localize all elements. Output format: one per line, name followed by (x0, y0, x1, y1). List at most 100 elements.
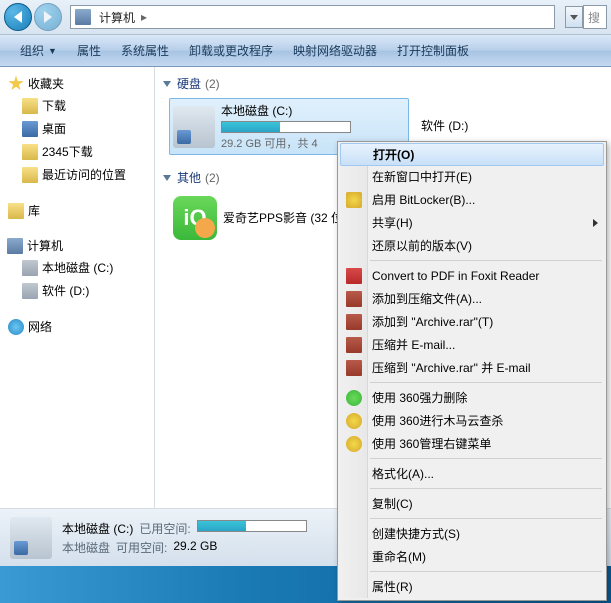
book-icon (346, 337, 362, 353)
context-menu-item[interactable]: 复制(C) (340, 492, 604, 515)
context-menu-label: 压缩并 E-mail... (372, 336, 455, 353)
folder-icon (22, 98, 38, 114)
folder-icon (22, 144, 38, 160)
context-menu-label: 使用 360进行木马云查杀 (372, 412, 503, 429)
search-placeholder: 搜 (588, 9, 600, 26)
book-icon (346, 291, 362, 307)
details-name: 本地磁盘 (C:) (62, 520, 133, 537)
details-used-label: 已用空间: (139, 520, 190, 537)
details-usage-bar (197, 520, 307, 532)
address-bar[interactable]: 计算机 ▸ (70, 5, 555, 29)
context-menu-item[interactable]: 创建快捷方式(S) (340, 522, 604, 545)
drive-usage-bar (221, 121, 351, 133)
chevron-down-icon: ▼ (48, 46, 57, 56)
sidebar-network: 网络 (4, 316, 150, 337)
context-menu-separator (370, 518, 602, 519)
navigation-bar: 计算机 ▸ 搜 (0, 0, 611, 35)
organize-menu[interactable]: 组织▼ (10, 38, 67, 63)
collapse-icon (163, 81, 171, 87)
address-dropdown-button[interactable] (565, 6, 583, 28)
uninstall-button[interactable]: 卸载或更改程序 (179, 38, 283, 63)
collapse-icon (163, 175, 171, 181)
context-menu-item[interactable]: 使用 360管理右键菜单 (340, 432, 604, 455)
360-icon (346, 390, 362, 406)
back-arrow-icon (14, 11, 22, 23)
360y-icon (346, 413, 362, 429)
star-icon (8, 76, 24, 92)
context-menu-separator (370, 458, 602, 459)
sidebar-network-header[interactable]: 网络 (4, 316, 150, 337)
context-menu-item[interactable]: 启用 BitLocker(B)... (340, 188, 604, 211)
context-menu-label: 共享(H) (372, 214, 413, 231)
context-menu-label: 创建快捷方式(S) (372, 525, 460, 542)
context-menu-separator (370, 260, 602, 261)
submenu-arrow-icon (593, 219, 598, 227)
drive-icon (22, 283, 38, 299)
context-menu-label: 添加到 "Archive.rar"(T) (372, 313, 493, 330)
context-menu-label: 压缩到 "Archive.rar" 并 E-mail (372, 359, 531, 376)
context-menu-item[interactable]: 格式化(A)... (340, 462, 604, 485)
context-menu-label: 使用 360强力删除 (372, 389, 467, 406)
sidebar-item-recent[interactable]: 最近访问的位置 (4, 163, 150, 186)
sidebar-item-disk-d[interactable]: 软件 (D:) (4, 279, 150, 302)
context-menu-label: 还原以前的版本(V) (372, 237, 472, 254)
context-menu-item[interactable]: 使用 360进行木马云查杀 (340, 409, 604, 432)
context-menu-item[interactable]: 使用 360强力删除 (340, 386, 604, 409)
drive-name: 本地磁盘 (C:) (221, 102, 405, 119)
computer-icon (7, 238, 23, 254)
group-header-drives[interactable]: 硬盘 (2) (163, 71, 603, 96)
pdf-icon (346, 268, 362, 284)
breadcrumb-separator-icon: ▸ (141, 10, 147, 24)
context-menu-separator (370, 382, 602, 383)
monitor-icon (22, 121, 38, 137)
context-menu-item[interactable]: 在新窗口中打开(E) (340, 165, 604, 188)
library-icon (8, 203, 24, 219)
context-menu-separator (370, 571, 602, 572)
forward-button[interactable] (34, 3, 62, 31)
context-menu-item[interactable]: 共享(H) (340, 211, 604, 234)
context-menu-label: 在新窗口中打开(E) (372, 168, 472, 185)
context-menu-item[interactable]: Convert to PDF in Foxit Reader (340, 264, 604, 287)
context-menu-separator (370, 488, 602, 489)
sidebar-computer-header[interactable]: 计算机 (4, 235, 150, 256)
sidebar-libraries-header[interactable]: 库 (4, 200, 150, 221)
forward-arrow-icon (44, 11, 52, 23)
context-menu-item[interactable]: 属性(R) (340, 575, 604, 598)
system-properties-button[interactable]: 系统属性 (111, 38, 179, 63)
sidebar: 收藏夹 下载 桌面 2345下载 最近访问的位置 库 计算机 本地磁盘 (C:)… (0, 67, 155, 508)
context-menu-item[interactable]: 压缩并 E-mail... (340, 333, 604, 356)
context-menu-label: 属性(R) (372, 578, 413, 595)
drive-name: 软件 (D:) (421, 117, 553, 134)
context-menu-item[interactable]: 添加到压缩文件(A)... (340, 287, 604, 310)
sidebar-item-2345[interactable]: 2345下载 (4, 140, 150, 163)
sidebar-item-downloads[interactable]: 下载 (4, 94, 150, 117)
sidebar-libraries: 库 (4, 200, 150, 221)
drive-icon (10, 517, 52, 559)
context-menu: 打开(O) 在新窗口中打开(E) 启用 BitLocker(B)... 共享(H) 还原… (337, 141, 607, 601)
sidebar-favorites-header[interactable]: 收藏夹 (4, 73, 150, 94)
book-icon (346, 314, 362, 330)
context-menu-label: Convert to PDF in Foxit Reader (372, 269, 539, 283)
sidebar-item-disk-c[interactable]: 本地磁盘 (C:) (4, 256, 150, 279)
context-menu-item[interactable]: 添加到 "Archive.rar"(T) (340, 310, 604, 333)
toolbar: 组织▼ 属性 系统属性 卸载或更改程序 映射网络驱动器 打开控制面板 (0, 35, 611, 67)
back-button[interactable] (4, 3, 32, 31)
map-drive-button[interactable]: 映射网络驱动器 (283, 38, 387, 63)
context-menu-item[interactable]: 压缩到 "Archive.rar" 并 E-mail (340, 356, 604, 379)
control-panel-button[interactable]: 打开控制面板 (387, 38, 479, 63)
context-menu-item[interactable]: 打开(O) (340, 143, 604, 166)
book-icon (346, 360, 362, 376)
sidebar-computer: 计算机 本地磁盘 (C:) 软件 (D:) (4, 235, 150, 302)
iqiyi-icon: iQ (173, 196, 217, 240)
context-menu-label: 复制(C) (372, 495, 413, 512)
details-free-value: 29.2 GB (173, 539, 217, 556)
context-menu-label: 重命名(M) (372, 548, 426, 565)
context-menu-item[interactable]: 还原以前的版本(V) (340, 234, 604, 257)
search-input[interactable]: 搜 (583, 5, 607, 29)
context-menu-label: 添加到压缩文件(A)... (372, 290, 482, 307)
context-menu-label: 启用 BitLocker(B)... (372, 191, 475, 208)
breadcrumb[interactable]: 计算机 (95, 7, 139, 28)
sidebar-item-desktop[interactable]: 桌面 (4, 117, 150, 140)
context-menu-item[interactable]: 重命名(M) (340, 545, 604, 568)
properties-button[interactable]: 属性 (67, 38, 111, 63)
